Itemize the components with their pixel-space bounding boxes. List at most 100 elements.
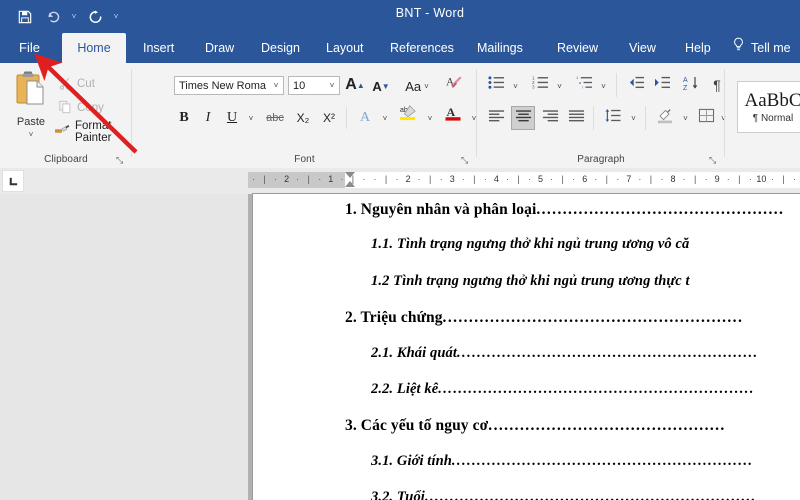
document-line[interactable]: 3.2. Tuổi...............................…: [371, 489, 800, 500]
font-color-button[interactable]: A: [441, 105, 465, 125]
text-effects-caret-glyph: ˅: [382, 113, 388, 123]
bullet-list-caret[interactable]: ˅: [509, 76, 522, 96]
leader-dots: ........................................…: [536, 201, 785, 218]
document-line[interactable]: 2.2. Liệt kê............................…: [371, 381, 800, 398]
grow-font-label: A: [345, 76, 357, 93]
strikethrough-button[interactable]: abc: [262, 108, 288, 128]
tab-stop-selector[interactable]: [2, 170, 24, 192]
format-painter-button[interactable]: Format Painter: [54, 120, 132, 144]
ruler-tick: 2: [405, 174, 411, 184]
copy-icon: [58, 100, 72, 117]
document-line-text: 3. Các yếu tố nguy cơ: [345, 417, 489, 434]
tab-review[interactable]: Review: [548, 33, 607, 63]
font-size-caret[interactable]: ˅: [325, 81, 339, 90]
document-line[interactable]: 3. Các yếu tố nguy cơ...................…: [345, 417, 800, 435]
shading-button[interactable]: [653, 108, 677, 128]
tell-me-label: Tell me: [751, 41, 791, 55]
numbered-list-button[interactable]: 1 2 3: [529, 75, 551, 95]
bold-button[interactable]: B: [174, 108, 194, 128]
multilevel-list-caret[interactable]: ˅: [597, 76, 610, 96]
ruler-tick: ·: [572, 174, 576, 184]
ruler-tick: 7: [626, 174, 632, 184]
ruler-tick: 5: [538, 174, 544, 184]
change-case-button[interactable]: Aa ˅: [400, 76, 434, 96]
ribbon-tab-strip: File Home Insert Draw Design Layout Refe…: [0, 33, 800, 63]
subscript-label: X₂: [296, 111, 310, 125]
font-dialog-launcher[interactable]: ⤡: [461, 155, 471, 165]
tab-home[interactable]: Home: [62, 33, 126, 63]
sort-button[interactable]: A Z: [679, 75, 703, 95]
clipboard-dialog-launcher[interactable]: ⤡: [116, 155, 126, 165]
tab-view[interactable]: View: [620, 33, 665, 63]
font-name-box[interactable]: Times New Roma ˅: [174, 76, 284, 95]
bullet-list-button[interactable]: [485, 75, 507, 95]
justify-button[interactable]: [565, 108, 587, 128]
underline-label: U: [226, 110, 238, 125]
numbered-list-caret[interactable]: ˅: [553, 76, 566, 96]
ruler-tick: ·: [252, 174, 256, 184]
decrease-indent-button[interactable]: [625, 75, 647, 95]
first-line-indent-marker[interactable]: [345, 172, 355, 178]
tab-draw[interactable]: Draw: [196, 33, 243, 63]
horizontal-ruler[interactable]: · | · 2 · | · 1 · | · · | · 2 · | · 3 · | · 4 · | · 5 · | · 6 · | · 7 · | · 8 ·…: [248, 172, 800, 188]
shrink-font-button[interactable]: A ▼: [370, 76, 392, 96]
clear-formatting-button[interactable]: A: [442, 75, 464, 95]
align-center-button[interactable]: [511, 106, 535, 130]
font-size-box[interactable]: 10 ˅: [288, 76, 340, 95]
multilevel-list-button[interactable]: 1 a i: [573, 75, 595, 95]
ruler-tick: ·: [660, 174, 664, 184]
document-page[interactable]: 1. Nguyên nhân và phân loại.............…: [253, 194, 800, 500]
hanging-indent-marker[interactable]: [345, 181, 355, 187]
borders-button[interactable]: [695, 108, 717, 128]
subscript-button[interactable]: X₂: [292, 108, 314, 128]
align-right-icon: [542, 109, 559, 128]
paragraph-dialog-launcher[interactable]: ⤡: [709, 155, 719, 165]
bold-label: B: [179, 110, 189, 125]
document-line[interactable]: 2.1. Khái quát..........................…: [371, 345, 800, 362]
tab-layout[interactable]: Layout: [317, 33, 373, 63]
grow-font-button[interactable]: A ▲: [344, 75, 366, 95]
tab-mailings[interactable]: Mailings: [468, 33, 532, 63]
superscript-label: X²: [323, 111, 335, 125]
document-line[interactable]: 2. Triệu chứng..........................…: [345, 309, 800, 327]
document-line[interactable]: 1.2 Tình trạng ngưng thở khi ngủ trung ư…: [371, 273, 800, 290]
copy-button[interactable]: Copy: [58, 99, 104, 117]
style-normal-card[interactable]: AaBbC ¶ Normal: [737, 81, 800, 133]
tab-design[interactable]: Design: [252, 33, 309, 63]
text-effects-button[interactable]: A: [354, 108, 376, 128]
change-case-caret[interactable]: ˅: [424, 82, 429, 91]
tab-file[interactable]: File: [10, 33, 49, 63]
document-line[interactable]: 1.1. Tình trạng ngưng thở khi ngủ trung …: [371, 236, 800, 253]
document-line-text: 3.2. Tuổi: [371, 489, 425, 500]
line-spacing-button[interactable]: [601, 108, 625, 128]
tab-references[interactable]: References: [381, 33, 463, 63]
tell-me-box[interactable]: Tell me: [732, 33, 791, 63]
increase-indent-button[interactable]: [651, 75, 673, 95]
document-line[interactable]: 3.1. Giới tính..........................…: [371, 453, 800, 470]
text-effects-caret[interactable]: ˅: [378, 108, 392, 128]
cut-button[interactable]: Cut: [58, 75, 95, 93]
ruler-tick: ·: [704, 174, 708, 184]
document-line[interactable]: 1. Nguyên nhân và phân loại.............…: [345, 201, 800, 219]
highlight-button[interactable]: ab: [396, 105, 420, 125]
paste-button[interactable]: Paste ˅: [8, 69, 54, 141]
tab-help[interactable]: Help: [676, 33, 720, 63]
align-left-button[interactable]: [485, 108, 507, 128]
underline-button[interactable]: U: [222, 108, 242, 128]
ruler-tick: ·: [726, 174, 730, 184]
underline-caret[interactable]: ˅: [244, 108, 258, 128]
ruler-tick: 8: [670, 174, 676, 184]
font-name-caret[interactable]: ˅: [269, 81, 283, 90]
tab-insert[interactable]: Insert: [134, 33, 183, 63]
highlight-caret[interactable]: ˅: [423, 108, 437, 128]
format-painter-label: Format Painter: [75, 120, 112, 144]
paste-dropdown-caret[interactable]: ˅: [29, 131, 34, 139]
document-title: BNT - Word: [395, 6, 465, 20]
superscript-button[interactable]: X²: [318, 108, 340, 128]
line-spacing-caret[interactable]: ˅: [627, 108, 640, 128]
ruler-tick: ·: [748, 174, 752, 184]
shading-caret[interactable]: ˅: [679, 108, 692, 128]
italic-button[interactable]: I: [198, 108, 218, 128]
ruler-tick: ·: [682, 174, 686, 184]
align-right-button[interactable]: [539, 108, 561, 128]
